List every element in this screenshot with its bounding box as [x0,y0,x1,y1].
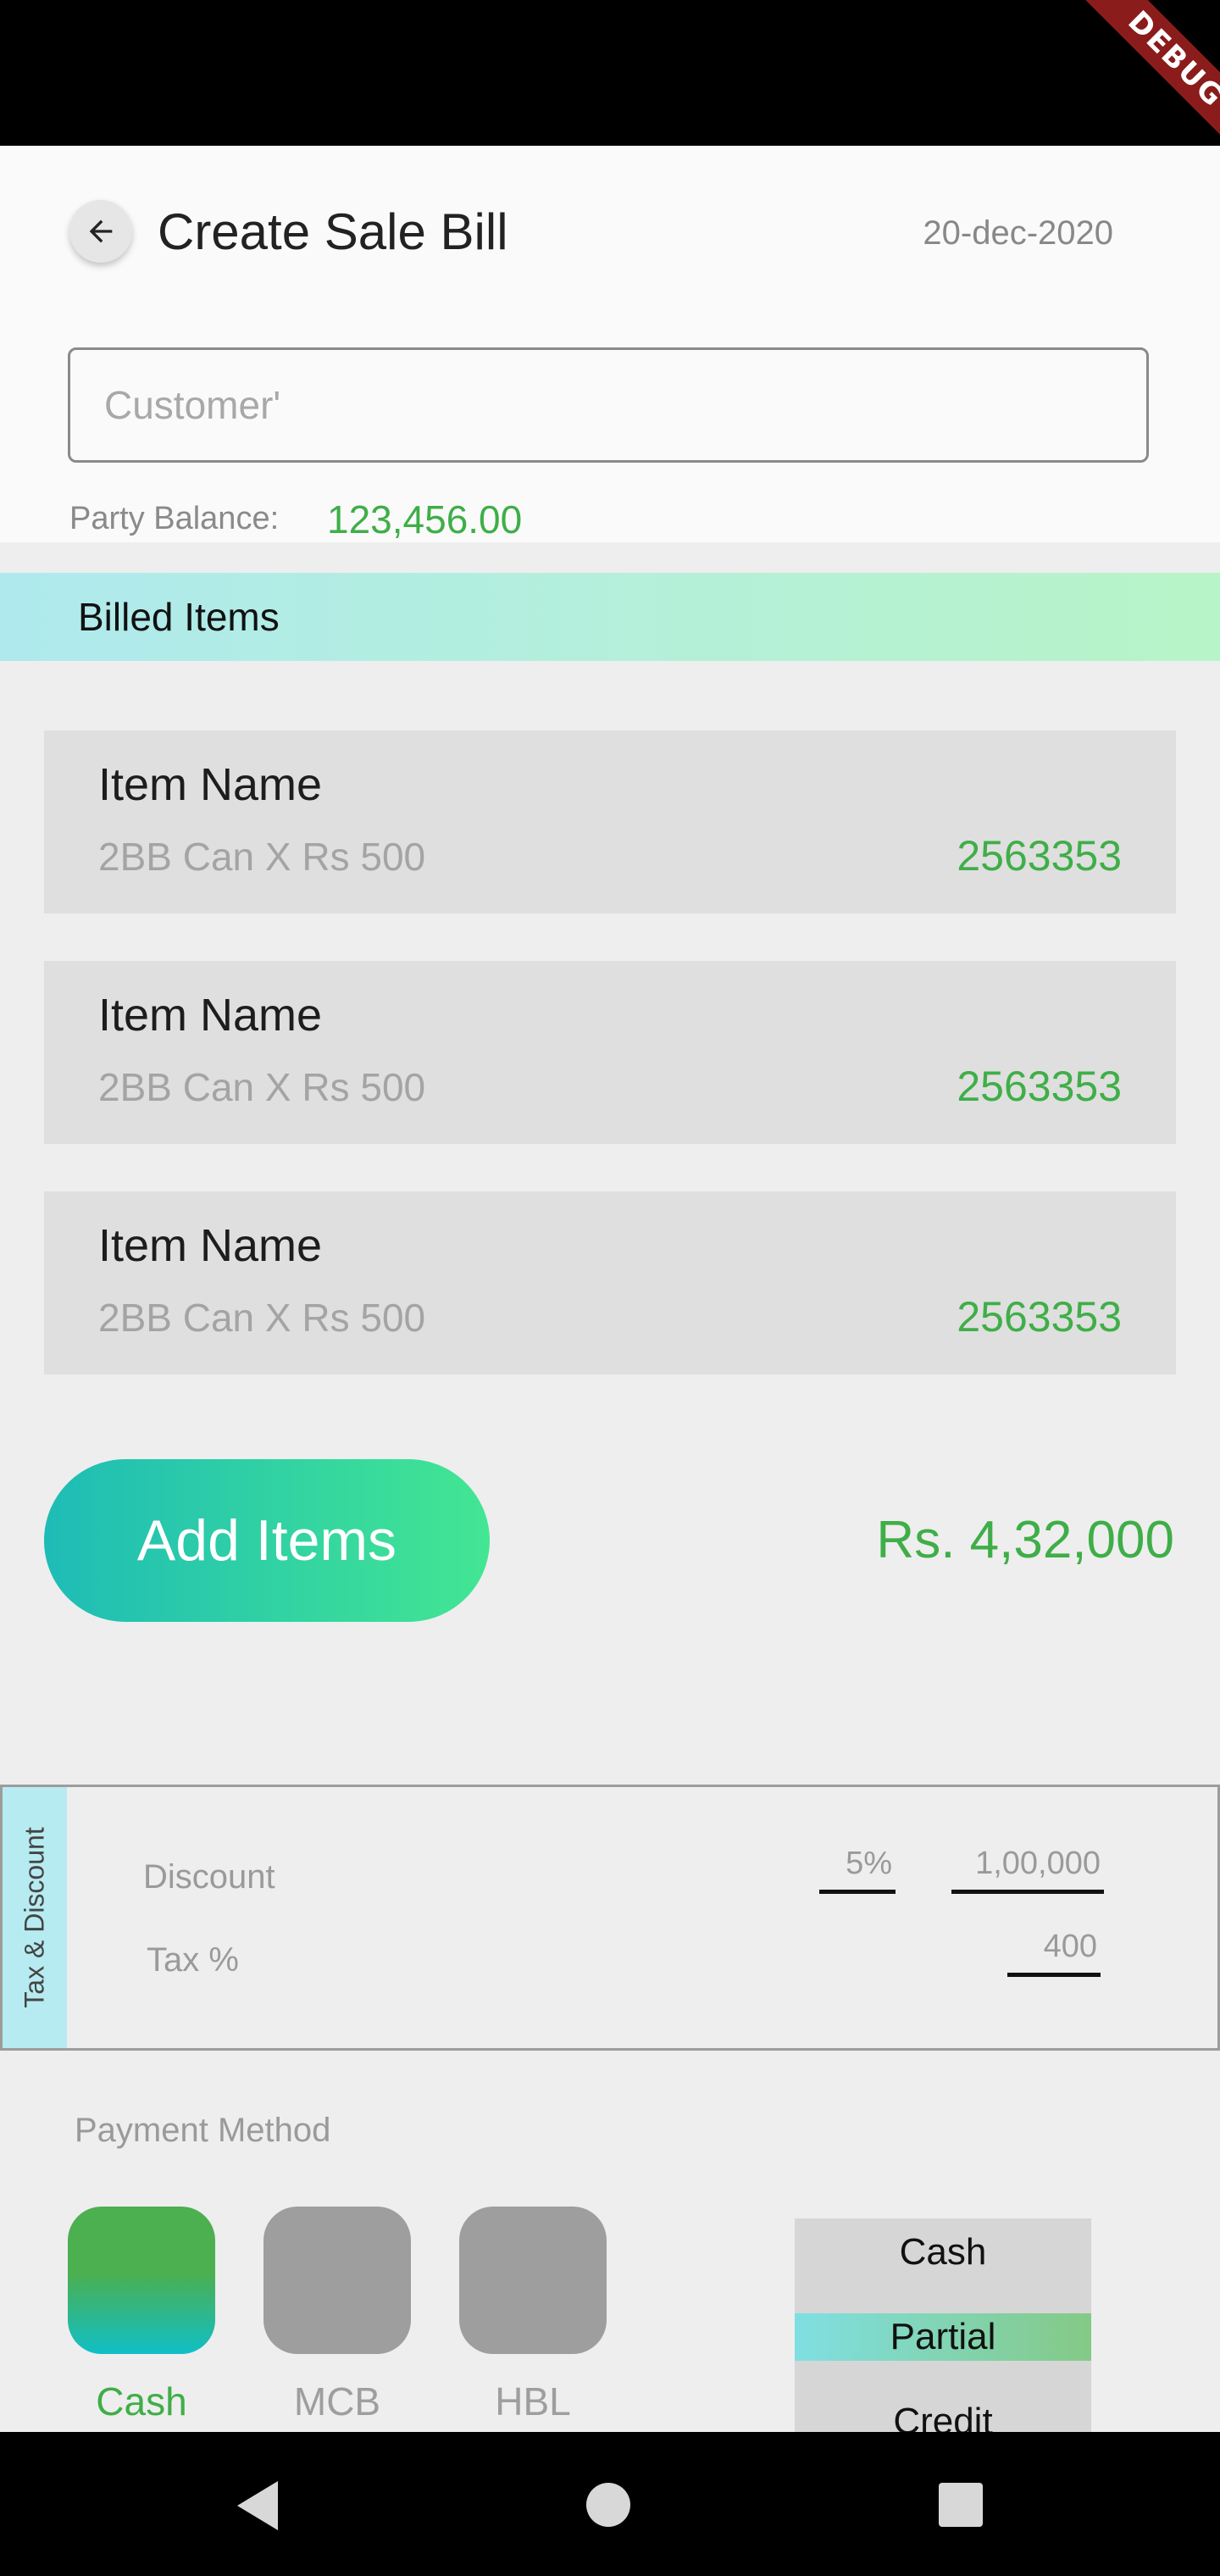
billed-items-title: Billed Items [78,595,280,639]
item-description: 2BB Can X Rs 500 [98,1296,426,1340]
payment-option-partial[interactable]: Partial [795,2313,1091,2361]
payment-hbl-tile[interactable] [459,2207,607,2354]
discount-percent-input[interactable] [819,1845,896,1894]
tax-discount-title: Tax & Discount [19,1827,50,2008]
payment-method-label: Payment Method [75,2112,331,2149]
item-description: 2BB Can X Rs 500 [98,1065,426,1109]
item-card[interactable]: Item Name 2BB Can X Rs 500 2563353 [44,1191,1176,1374]
item-description: 2BB Can X Rs 500 [98,835,426,879]
payment-mcb-tile[interactable] [263,2207,411,2354]
payment-type-picker[interactable]: Cash Partial Credit [795,2218,1091,2432]
payment-option-cash[interactable]: Cash [795,2229,1091,2276]
party-balance-label: Party Balance: [69,501,280,536]
debug-banner: DEBUG [1052,0,1220,146]
payment-hbl-label: HBL [495,2379,571,2423]
triangle-back-icon[interactable] [229,2476,288,2535]
tax-label: Tax % [147,1941,239,1979]
customer-input[interactable] [68,347,1149,463]
circle-home-icon[interactable] [585,2481,632,2529]
payment-cash-tile[interactable] [68,2207,215,2354]
tax-discount-panel: Discount Tax % [0,1785,1220,2051]
item-amount: 2563353 [957,832,1122,880]
item-name: Item Name [98,1220,323,1271]
item-amount: 2563353 [957,1293,1122,1341]
item-card[interactable]: Item Name 2BB Can X Rs 500 2563353 [44,961,1176,1144]
discount-label: Discount [143,1858,275,1896]
payment-mcb-label: MCB [293,2379,381,2423]
back-button[interactable] [69,200,132,263]
tax-input[interactable] [1007,1928,1101,1977]
item-card[interactable]: Item Name 2BB Can X Rs 500 2563353 [44,730,1176,913]
payment-cash-label: Cash [96,2379,187,2423]
navigation-bar [0,2432,1220,2576]
tax-discount-side-tab: Tax & Discount [3,1787,67,2048]
discount-amount-input[interactable] [951,1845,1104,1894]
square-recents-icon[interactable] [937,2481,984,2529]
page-title: Create Sale Bill [158,203,508,260]
arrow-left-icon [89,219,113,243]
item-amount: 2563353 [957,1063,1122,1110]
party-balance-value: 123,456.00 [327,497,523,541]
add-items-button[interactable]: Add Items [44,1459,490,1622]
item-name: Item Name [98,759,323,810]
status-bar: DEBUG [0,0,1220,146]
payment-option-credit[interactable]: Credit [795,2398,1091,2432]
bill-date: 20-dec-2020 [923,214,1113,252]
bill-total: Rs. 4,32,000 [876,1511,1174,1569]
item-name: Item Name [98,990,323,1041]
